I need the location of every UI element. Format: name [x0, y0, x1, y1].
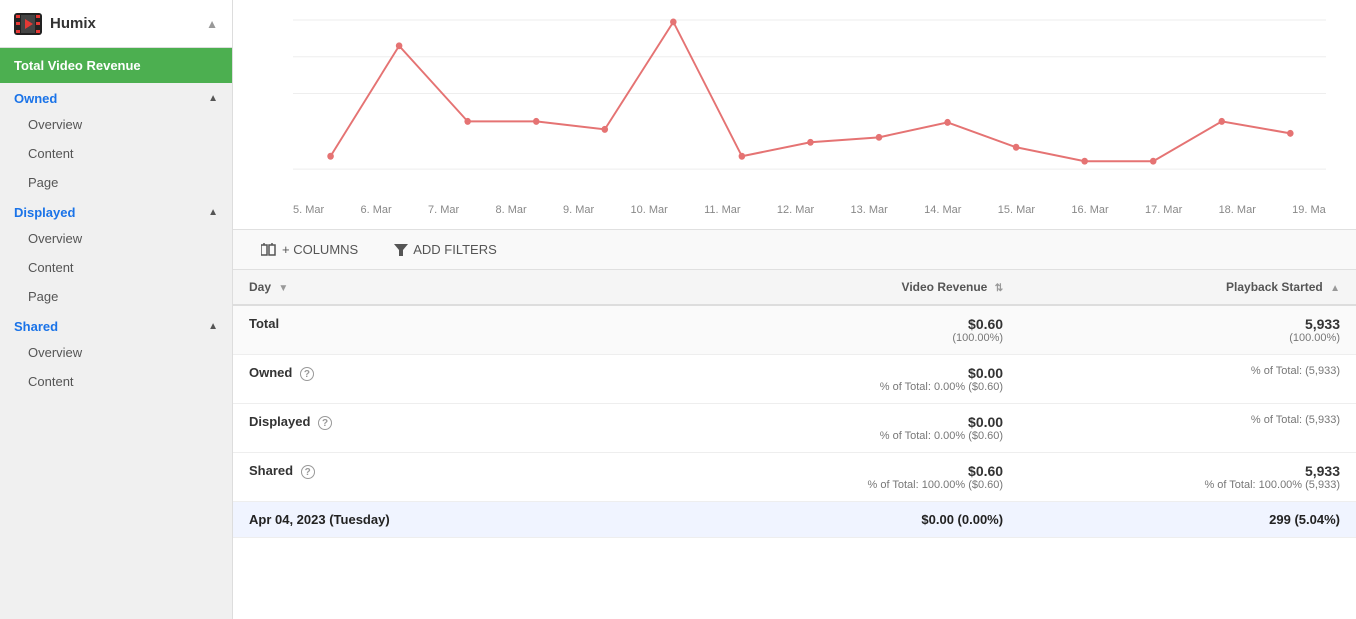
sort-icon-day: ▼ — [278, 283, 288, 294]
cell-date-day: Apr 04, 2023 (Tuesday) — [233, 502, 682, 538]
cell-owned-revenue: $0.00 % of Total: 0.00% ($0.60) — [682, 355, 1019, 404]
cell-displayed-day: Displayed ? — [233, 404, 682, 453]
sidebar-item-shared-content[interactable]: Content — [0, 367, 232, 396]
columns-button[interactable]: + COLUMNS — [253, 238, 366, 261]
cell-total-day: Total — [233, 305, 682, 355]
sidebar-section-shared-label: Shared — [14, 319, 58, 334]
sidebar-item-displayed-content[interactable]: Content — [0, 253, 232, 282]
sidebar-item-owned-overview[interactable]: Overview — [0, 110, 232, 139]
sidebar-section-owned-label: Owned — [14, 91, 57, 106]
owned-help-icon[interactable]: ? — [300, 367, 314, 381]
x-label-10: 15. Mar — [998, 204, 1035, 216]
app-name: Humix — [50, 15, 96, 32]
displayed-playback-sub: % of Total: (5,933) — [1035, 414, 1340, 426]
displayed-revenue-main: $0.00 — [698, 414, 1003, 430]
chart-x-labels: 5. Mar 6. Mar 7. Mar 8. Mar 9. Mar 10. M… — [293, 204, 1326, 216]
sidebar-section-shared[interactable]: Shared ▲ — [0, 311, 232, 338]
cell-owned-playback: % of Total: (5,933) — [1019, 355, 1356, 404]
shared-playback-sub: % of Total: 100.00% (5,933) — [1035, 479, 1340, 491]
x-label-8: 13. Mar — [851, 204, 888, 216]
owned-playback-sub: % of Total: (5,933) — [1035, 365, 1340, 377]
x-label-7: 12. Mar — [777, 204, 814, 216]
total-playback-main: 5,933 — [1035, 316, 1340, 332]
owned-revenue-main: $0.00 — [698, 365, 1003, 381]
sidebar-item-owned-page[interactable]: Page — [0, 168, 232, 197]
cell-owned-day: Owned ? — [233, 355, 682, 404]
sidebar: Humix ▲ Total Video Revenue Owned ▲ Over… — [0, 0, 233, 619]
filter-button[interactable]: ADD FILTERS — [386, 238, 505, 261]
sidebar-section-displayed-arrow: ▲ — [208, 207, 218, 218]
table-row-date: Apr 04, 2023 (Tuesday) $0.00 (0.00%) 299… — [233, 502, 1356, 538]
filter-icon — [394, 243, 408, 257]
cell-date-playback: 299 (5.04%) — [1019, 502, 1356, 538]
chart-area: 0.075 0.05 0.025 0 — [233, 0, 1356, 230]
shared-help-icon[interactable]: ? — [301, 465, 315, 479]
cell-shared-playback: 5,933 % of Total: 100.00% (5,933) — [1019, 453, 1356, 502]
owned-revenue-sub: % of Total: 0.00% ($0.60) — [698, 381, 1003, 393]
humix-logo-icon — [14, 13, 42, 35]
x-label-11: 16. Mar — [1071, 204, 1108, 216]
displayed-revenue-sub: % of Total: 0.00% ($0.60) — [698, 430, 1003, 442]
toolbar: + COLUMNS ADD FILTERS — [233, 230, 1356, 270]
shared-revenue-sub: % of Total: 100.00% ($0.60) — [698, 479, 1003, 491]
x-label-2: 7. Mar — [428, 204, 459, 216]
sidebar-active-item[interactable]: Total Video Revenue — [0, 48, 232, 83]
x-label-3: 8. Mar — [496, 204, 527, 216]
table-row-displayed: Displayed ? $0.00 % of Total: 0.00% ($0.… — [233, 404, 1356, 453]
shared-revenue-main: $0.60 — [698, 463, 1003, 479]
total-revenue-sub: (100.00%) — [698, 332, 1003, 344]
columns-label: + COLUMNS — [282, 242, 358, 257]
cell-displayed-playback: % of Total: (5,933) — [1019, 404, 1356, 453]
shared-playback-main: 5,933 — [1035, 463, 1340, 479]
x-label-4: 9. Mar — [563, 204, 594, 216]
table-row-total: Total $0.60 (100.00%) 5,933 (100.00%) — [233, 305, 1356, 355]
cell-shared-revenue: $0.60 % of Total: 100.00% ($0.60) — [682, 453, 1019, 502]
col-header-playback[interactable]: Playback Started ▲ — [1019, 270, 1356, 305]
sort-icon-revenue: ⇅ — [995, 283, 1003, 294]
x-label-0: 5. Mar — [293, 204, 324, 216]
sidebar-item-shared-overview[interactable]: Overview — [0, 338, 232, 367]
columns-icon — [261, 243, 277, 257]
data-table: Day ▼ Video Revenue ⇅ Playback Started ▲ — [233, 270, 1356, 538]
sidebar-item-owned-content[interactable]: Content — [0, 139, 232, 168]
x-label-14: 19. Ma — [1292, 204, 1326, 216]
x-label-12: 17. Mar — [1145, 204, 1182, 216]
x-label-6: 11. Mar — [704, 204, 740, 216]
sort-icon-playback: ▲ — [1330, 283, 1340, 294]
col-header-day[interactable]: Day ▼ — [233, 270, 682, 305]
sidebar-item-displayed-page[interactable]: Page — [0, 282, 232, 311]
sidebar-header: Humix ▲ — [0, 0, 232, 48]
filter-label: ADD FILTERS — [413, 242, 497, 257]
col-header-revenue[interactable]: Video Revenue ⇅ — [682, 270, 1019, 305]
sidebar-section-owned-arrow: ▲ — [208, 93, 218, 104]
revenue-chart: 0.075 0.05 0.025 0 — [293, 10, 1326, 199]
collapse-icon[interactable]: ▲ — [206, 17, 218, 31]
displayed-help-icon[interactable]: ? — [318, 416, 332, 430]
sidebar-item-displayed-overview[interactable]: Overview — [0, 224, 232, 253]
sidebar-section-owned[interactable]: Owned ▲ — [0, 83, 232, 110]
data-table-container: Day ▼ Video Revenue ⇅ Playback Started ▲ — [233, 270, 1356, 619]
x-label-13: 18. Mar — [1219, 204, 1256, 216]
x-label-9: 14. Mar — [924, 204, 961, 216]
sidebar-section-displayed-label: Displayed — [14, 205, 75, 220]
total-playback-sub: (100.00%) — [1035, 332, 1340, 344]
cell-total-revenue: $0.60 (100.00%) — [682, 305, 1019, 355]
cell-displayed-revenue: $0.00 % of Total: 0.00% ($0.60) — [682, 404, 1019, 453]
total-revenue-main: $0.60 — [698, 316, 1003, 332]
cell-total-playback: 5,933 (100.00%) — [1019, 305, 1356, 355]
sidebar-section-shared-arrow: ▲ — [208, 321, 218, 332]
x-label-5: 10. Mar — [631, 204, 668, 216]
table-row-owned: Owned ? $0.00 % of Total: 0.00% ($0.60) … — [233, 355, 1356, 404]
cell-shared-day: Shared ? — [233, 453, 682, 502]
main-content: 0.075 0.05 0.025 0 — [233, 0, 1356, 619]
cell-date-revenue: $0.00 (0.00%) — [682, 502, 1019, 538]
table-row-shared: Shared ? $0.60 % of Total: 100.00% ($0.6… — [233, 453, 1356, 502]
x-label-1: 6. Mar — [361, 204, 392, 216]
sidebar-section-displayed[interactable]: Displayed ▲ — [0, 197, 232, 224]
